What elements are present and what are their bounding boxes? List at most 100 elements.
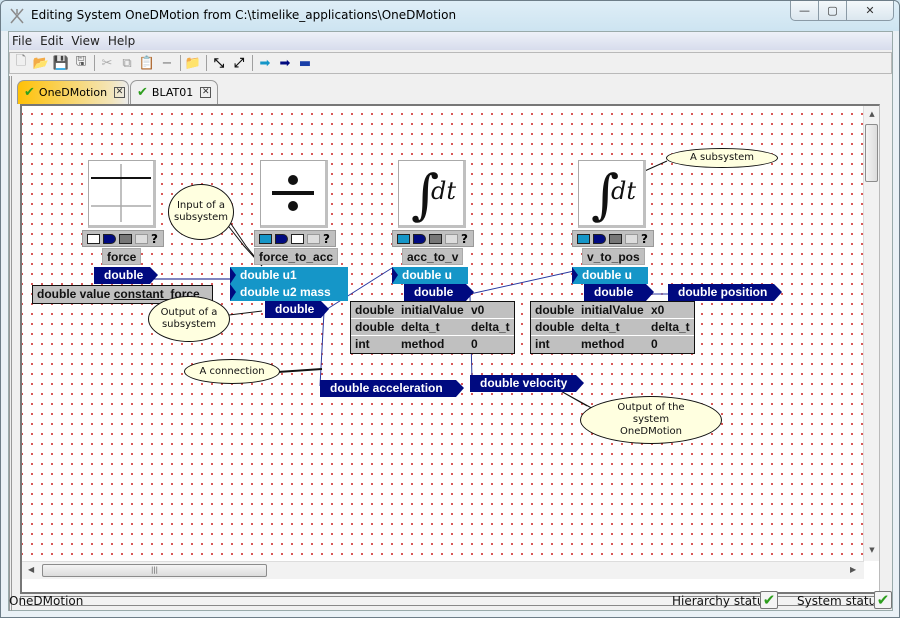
expand-icon: ⤢ bbox=[233, 55, 245, 71]
block-icon-acc-to-v[interactable]: ∫ dt bbox=[398, 160, 466, 228]
maximize-button[interactable]: ▢ bbox=[819, 1, 847, 20]
system-output-position[interactable]: double position bbox=[668, 284, 782, 301]
input-port-u1[interactable]: double u1 bbox=[230, 267, 348, 284]
output-port-force-to-acc-y[interactable]: double y bbox=[265, 301, 329, 333]
connection-fta-to-accel[interactable] bbox=[319, 311, 325, 387]
diagram-editor: ? force double y double value constant_f… bbox=[20, 104, 880, 594]
block-icon-v-to-pos[interactable]: ∫ dt bbox=[578, 160, 646, 228]
system-output-acceleration[interactable]: double acceleration bbox=[320, 380, 464, 397]
add-parameter-button[interactable]: ▬ bbox=[297, 55, 313, 71]
system-output-velocity[interactable]: double velocity bbox=[470, 375, 584, 392]
status-ok-icon: ✔ bbox=[137, 85, 148, 100]
scroll-up-icon[interactable]: ▲ bbox=[864, 110, 880, 124]
param-icon[interactable] bbox=[291, 233, 304, 244]
output-icon[interactable] bbox=[103, 233, 116, 244]
diagram-canvas[interactable]: ? force double y double value constant_f… bbox=[22, 106, 864, 561]
horizontal-scrollbar[interactable]: ◀ ||| ▶ bbox=[22, 561, 864, 579]
save-button[interactable]: 💾 bbox=[53, 55, 69, 71]
copy-button[interactable]: ⧉ bbox=[119, 55, 135, 71]
parameter-row[interactable]: double initialValue v0 bbox=[351, 302, 514, 319]
expand-button[interactable]: ⤢ bbox=[231, 55, 247, 71]
sum-icon[interactable] bbox=[87, 233, 100, 244]
minimize-button[interactable]: — bbox=[791, 1, 819, 20]
hide-icon[interactable] bbox=[445, 233, 458, 244]
help-icon[interactable]: ? bbox=[641, 232, 648, 246]
annotation-output-of-subsystem[interactable]: Output of a subsystem bbox=[148, 296, 230, 342]
output-port-acc-to-v-y[interactable]: double y bbox=[404, 284, 474, 316]
minimize-icon: — bbox=[799, 4, 810, 17]
tab-close-icon[interactable]: ✕ bbox=[200, 87, 212, 98]
vertical-scrollbar[interactable]: ▲ ▼ bbox=[863, 106, 879, 561]
input-icon[interactable] bbox=[577, 233, 590, 244]
input-port-acc-to-v-u[interactable]: double u bbox=[392, 267, 468, 284]
add-output-button[interactable]: ➡ bbox=[277, 55, 293, 71]
help-icon[interactable]: ? bbox=[323, 232, 330, 246]
output-icon[interactable] bbox=[413, 233, 426, 244]
input-port-u2-mass[interactable]: double u2 mass bbox=[230, 284, 348, 301]
parameter-row[interactable]: int method 0 bbox=[531, 336, 694, 353]
cut-icon: ✂ bbox=[101, 55, 113, 71]
output-icon[interactable] bbox=[275, 233, 288, 244]
cut-button[interactable]: ✂ bbox=[99, 55, 115, 71]
parameter-row[interactable]: double delta_t delta_t bbox=[531, 319, 694, 336]
parameter-row[interactable]: int method 0 bbox=[351, 336, 514, 353]
annotation-system-output[interactable]: Output of the system OneDMotion bbox=[580, 396, 722, 444]
menu-help[interactable]: Help bbox=[108, 34, 135, 48]
scroll-left-icon[interactable]: ◀ bbox=[28, 565, 34, 574]
export-button[interactable]: 📁 bbox=[185, 55, 201, 71]
maximize-icon: ▢ bbox=[827, 4, 838, 17]
open-button[interactable]: 📂 bbox=[33, 55, 49, 71]
scroll-right-icon[interactable]: ▶ bbox=[850, 565, 856, 574]
parameter-row[interactable]: double initialValue x0 bbox=[531, 302, 694, 319]
block-toolbar-force-to-acc: ? bbox=[254, 230, 336, 247]
param-icon[interactable] bbox=[429, 233, 442, 244]
output-port-force-y[interactable]: double y bbox=[94, 267, 158, 299]
tab-onedmotion[interactable]: ✔ OneDMotion ✕ bbox=[17, 80, 129, 104]
annotation-input-of-subsystem[interactable]: Input of a subsystem bbox=[168, 184, 234, 240]
help-icon[interactable]: ? bbox=[151, 232, 158, 246]
block-name-force-to-acc[interactable]: force_to_acc bbox=[254, 248, 339, 265]
add-input-button[interactable]: ➡ bbox=[257, 55, 273, 71]
block-icon-force[interactable] bbox=[88, 160, 156, 228]
new-button[interactable]: 🗋 bbox=[13, 54, 29, 71]
window-title: Editing System OneDMotion from C:\timeli… bbox=[31, 8, 457, 22]
status-bar: OneDMotion Hierarchy status: ✔ System st… bbox=[9, 590, 892, 612]
save-all-button[interactable]: 🖫 bbox=[73, 54, 89, 71]
block-name-acc-to-v[interactable]: acc_to_v bbox=[402, 248, 464, 265]
annotation-subsystem[interactable]: A subsystem bbox=[666, 148, 778, 168]
svg-text:dt: dt bbox=[431, 177, 456, 205]
output-icon[interactable] bbox=[593, 233, 606, 244]
main-frame: File Edit View Help 🗋 📂 💾 🖫 ✂ ⧉ 📋 − 📁 ⤡ … bbox=[8, 31, 893, 611]
input-port-v-to-pos-u[interactable]: double u bbox=[572, 267, 648, 284]
input-icon[interactable] bbox=[259, 233, 272, 244]
hide-icon[interactable] bbox=[625, 233, 638, 244]
help-icon[interactable]: ? bbox=[461, 232, 468, 246]
vertical-scroll-thumb[interactable] bbox=[865, 124, 878, 182]
tab-close-icon[interactable]: ✕ bbox=[114, 87, 126, 98]
param-icon[interactable] bbox=[119, 233, 132, 244]
collapse-button[interactable]: ⤡ bbox=[211, 55, 227, 71]
block-icon-force-to-acc[interactable] bbox=[260, 160, 328, 228]
paste-button[interactable]: 📋 bbox=[139, 55, 155, 71]
connection-acc-to-vpos[interactable] bbox=[469, 270, 575, 295]
menu-view[interactable]: View bbox=[71, 34, 99, 48]
tab-label: OneDMotion bbox=[38, 86, 108, 99]
tab-blat01[interactable]: ✔ BLAT01 ✕ bbox=[130, 80, 218, 104]
toolbar-separator bbox=[180, 55, 181, 71]
horizontal-scroll-thumb[interactable]: ||| bbox=[42, 564, 267, 577]
block-name-v-to-pos[interactable]: v_to_pos bbox=[582, 248, 645, 265]
input-icon[interactable] bbox=[397, 233, 410, 244]
annotation-connection[interactable]: A connection bbox=[184, 359, 280, 384]
hide-icon[interactable] bbox=[135, 233, 148, 244]
hide-icon[interactable] bbox=[307, 233, 320, 244]
title-bar[interactable]: Editing System OneDMotion from C:\timeli… bbox=[1, 1, 899, 31]
scroll-down-icon[interactable]: ▼ bbox=[864, 546, 880, 560]
parameter-row[interactable]: double delta_t delta_t bbox=[351, 319, 514, 336]
close-button[interactable]: ✕ bbox=[847, 1, 893, 20]
param-icon[interactable] bbox=[609, 233, 622, 244]
menu-file[interactable]: File bbox=[12, 34, 32, 48]
block-name-force[interactable]: force bbox=[102, 248, 142, 265]
menu-edit[interactable]: Edit bbox=[40, 34, 63, 48]
output-port-v-to-pos-y[interactable]: double y bbox=[584, 284, 654, 316]
delete-button[interactable]: − bbox=[159, 55, 175, 71]
